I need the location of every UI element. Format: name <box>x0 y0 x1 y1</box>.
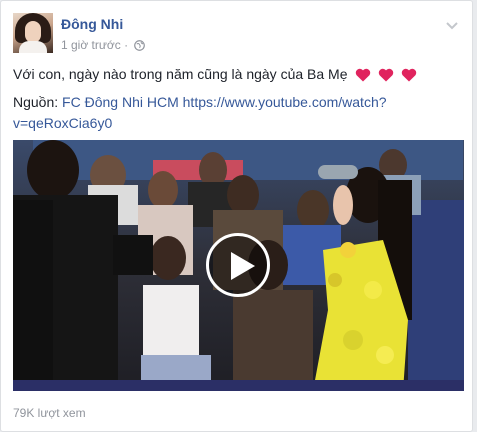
author-avatar[interactable] <box>13 13 53 53</box>
post-message: Với con, ngày nào trong năm cũng là ngày… <box>13 66 348 82</box>
view-count: 79K lượt xem <box>13 406 86 420</box>
message-hearts <box>355 67 420 88</box>
post-meta: 1 giờ trước · <box>61 38 146 54</box>
author-name[interactable]: Đông Nhi <box>61 16 123 32</box>
post-header: Đông Nhi 1 giờ trước · <box>13 13 461 57</box>
post-source: Nguồn: FC Đông Nhi HCM https://www.youtu… <box>13 92 453 134</box>
heart-icon <box>379 68 394 82</box>
meta-separator: · <box>124 38 129 52</box>
globe-icon[interactable] <box>134 40 146 54</box>
heart-icon <box>356 68 371 82</box>
source-page-link[interactable]: FC Đông Nhi HCM <box>62 94 179 110</box>
post-body: Với con, ngày nào trong năm cũng là ngày… <box>13 64 453 134</box>
post-card: Đông Nhi 1 giờ trước · Với con, ngày nào… <box>0 0 473 432</box>
video-player[interactable] <box>13 140 464 391</box>
heart-icon <box>401 68 417 82</box>
post-message-line: Với con, ngày nào trong năm cũng là ngày… <box>13 64 453 88</box>
play-button[interactable] <box>206 233 270 297</box>
source-label: Nguồn: <box>13 94 59 110</box>
source-url-link-cont[interactable]: v=qeRoxCia6y0 <box>13 115 112 131</box>
source-url-link[interactable]: https://www.youtube.com/watch? <box>183 94 387 110</box>
play-icon <box>231 252 255 280</box>
chevron-down-icon[interactable] <box>445 18 459 30</box>
post-timestamp[interactable]: 1 giờ trước <box>61 38 121 52</box>
